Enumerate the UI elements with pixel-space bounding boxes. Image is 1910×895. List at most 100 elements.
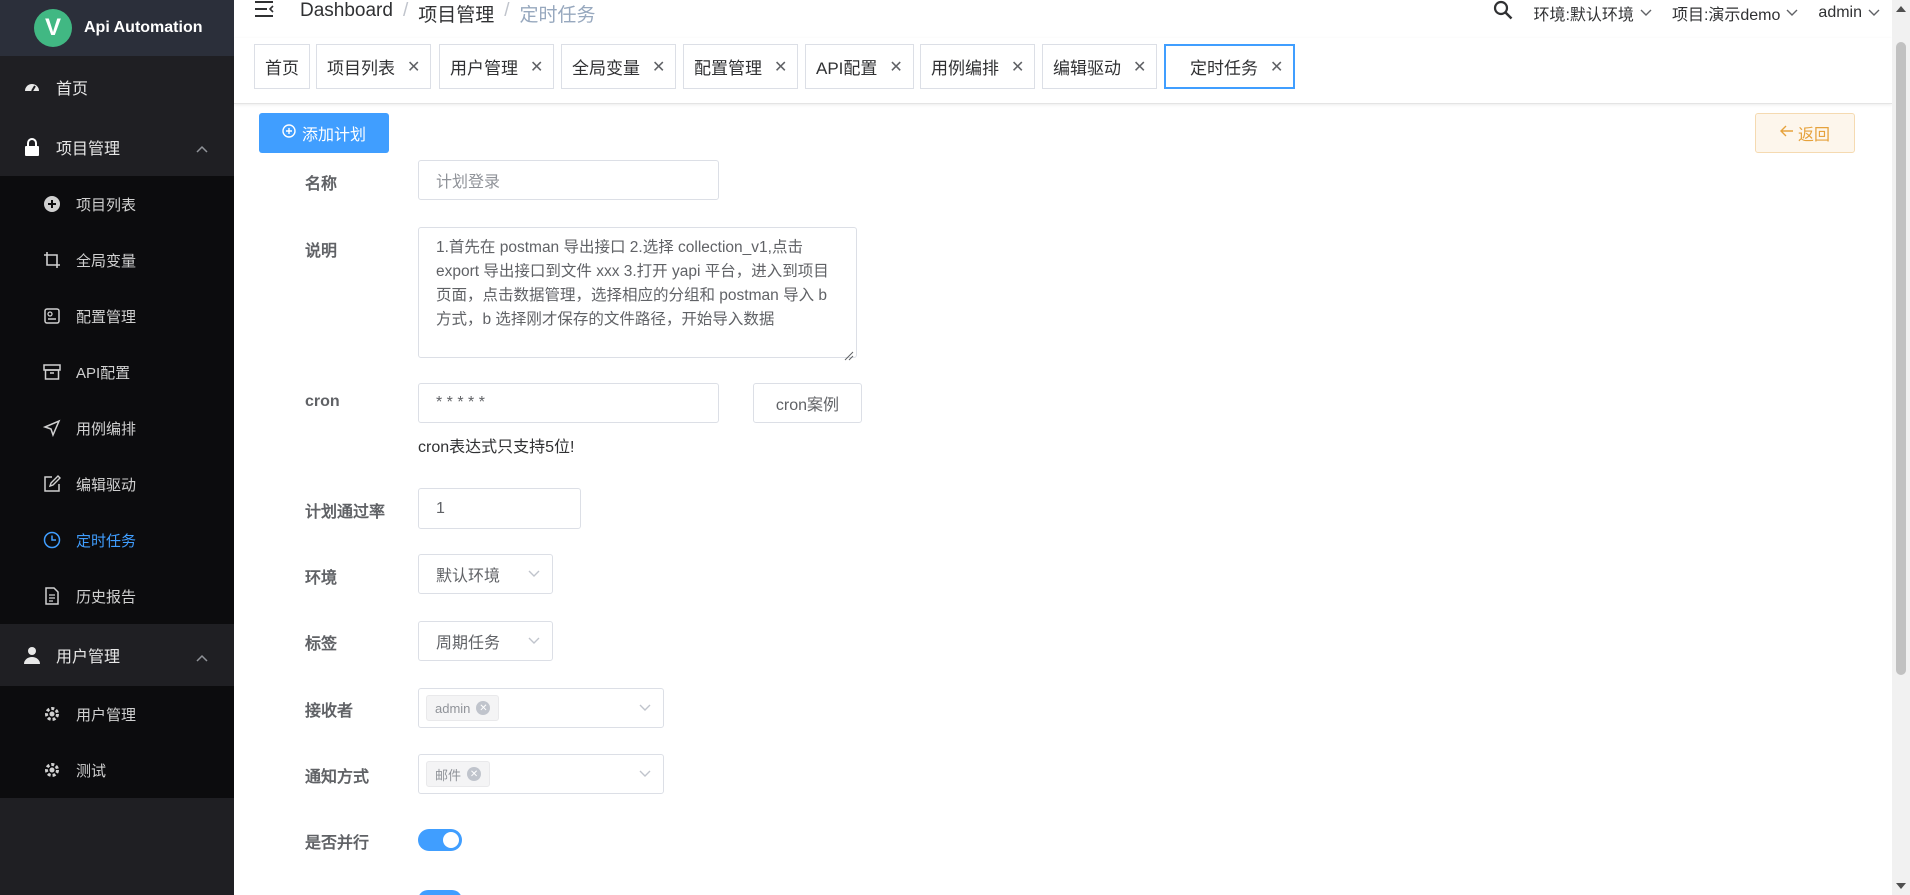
- search-icon[interactable]: [1493, 0, 1513, 25]
- env-dropdown[interactable]: 环境:默认环境: [1533, 1, 1652, 25]
- back-label: 返回: [1797, 127, 1830, 144]
- scroll-up-icon[interactable]: [1896, 6, 1906, 12]
- sidebar-group-user[interactable]: 用户管理: [0, 624, 234, 686]
- circle-plus-icon: [282, 123, 296, 143]
- parallel-label: 是否并行: [305, 835, 370, 852]
- scroll-down-icon[interactable]: [1896, 883, 1906, 889]
- sidebar-item-user-management[interactable]: 用户管理: [0, 686, 234, 742]
- sidebar-item-scheduled-tasks[interactable]: 定时任务: [0, 512, 234, 568]
- pass-rate-input[interactable]: 1: [418, 488, 581, 529]
- sidebar-item-label: 用户管理: [76, 706, 137, 724]
- tab-global-vars[interactable]: 全局变量 ✕: [561, 44, 677, 89]
- env-select[interactable]: 默认环境: [418, 554, 553, 594]
- next-switch-partial[interactable]: [418, 890, 462, 895]
- sidebar: V Api Automation 首页 项目管理 项目列表 全局变量 配置管理: [0, 0, 234, 895]
- env-select-value: 默认环境: [436, 568, 501, 585]
- document-icon: [42, 586, 62, 606]
- sidebar-item-global-vars[interactable]: 全局变量: [0, 232, 234, 288]
- tab-label: 用例编排: [931, 59, 999, 78]
- close-icon[interactable]: ✕: [1011, 57, 1024, 77]
- close-icon[interactable]: ✕: [1270, 57, 1283, 77]
- resize-handle-icon[interactable]: [844, 345, 854, 361]
- receiver-chip: admin ✕: [426, 695, 500, 721]
- receiver-label: 接收者: [305, 703, 354, 720]
- circle-plus-icon: [42, 194, 62, 214]
- close-icon[interactable]: ✕: [407, 57, 420, 77]
- close-icon[interactable]: ✕: [652, 57, 665, 77]
- tab-project-list[interactable]: 项目列表 ✕: [316, 44, 432, 89]
- notify-chip: 邮件 ✕: [426, 761, 491, 787]
- tab-api-config[interactable]: API配置 ✕: [805, 44, 914, 89]
- close-icon[interactable]: ✕: [889, 57, 902, 77]
- cron-hint: cron表达式只支持5位!: [418, 439, 575, 456]
- close-icon[interactable]: ✕: [1133, 57, 1146, 77]
- tab-user-management[interactable]: 用户管理 ✕: [439, 44, 555, 89]
- sidebar-item-test[interactable]: 测试: [0, 742, 234, 798]
- name-label: 名称: [305, 176, 338, 193]
- sidebar-item-label: 定时任务: [76, 532, 137, 550]
- sidebar-group-label: 用户管理: [56, 649, 121, 666]
- logo[interactable]: V Api Automation: [0, 0, 234, 56]
- breadcrumb-item[interactable]: Dashboard: [300, 0, 393, 27]
- tab-case-orchestration[interactable]: 用例编排 ✕: [920, 44, 1036, 89]
- tab-config[interactable]: 配置管理 ✕: [683, 44, 799, 89]
- chevron-down-icon: [1868, 4, 1880, 22]
- breadcrumb-current: 定时任务: [519, 5, 596, 26]
- back-button[interactable]: 返回: [1755, 113, 1855, 153]
- close-icon[interactable]: ✕: [476, 701, 491, 715]
- sidebar-item-api-config[interactable]: API配置: [0, 344, 234, 400]
- scrollbar-thumb[interactable]: [1896, 42, 1906, 675]
- cron-input[interactable]: * * * * *: [418, 383, 719, 423]
- close-icon[interactable]: ✕: [530, 57, 543, 77]
- description-label: 说明: [305, 243, 338, 260]
- user-icon: [22, 645, 42, 665]
- project-dropdown[interactable]: 项目:演示demo: [1672, 1, 1798, 25]
- chevron-down-icon: [1640, 4, 1652, 22]
- chevron-down-icon: [528, 565, 540, 583]
- crop-icon: [42, 250, 62, 270]
- parallel-switch[interactable]: [418, 829, 462, 851]
- cron-example-button[interactable]: cron案例: [753, 383, 862, 423]
- sidebar-item-project-list[interactable]: 项目列表: [0, 176, 234, 232]
- user-submenu: 用户管理 测试: [0, 686, 234, 798]
- page-scrollbar[interactable]: [1892, 0, 1910, 895]
- sidebar-item-label: 配置管理: [76, 308, 137, 326]
- sidebar-filler: [0, 808, 234, 895]
- receiver-select[interactable]: admin ✕: [418, 688, 664, 728]
- tab-edit-driver[interactable]: 编辑驱动 ✕: [1042, 44, 1158, 89]
- hamburger-icon[interactable]: [254, 0, 274, 23]
- vue-logo-icon: V: [34, 9, 72, 47]
- sidebar-item-home[interactable]: 首页: [0, 56, 234, 118]
- notify-select[interactable]: 邮件 ✕: [418, 754, 664, 794]
- chevron-up-icon: [196, 140, 208, 158]
- document-settings-icon: [42, 306, 62, 326]
- tag-select-value: 周期任务: [436, 635, 501, 652]
- tab-home[interactable]: 首页: [254, 44, 310, 89]
- clock-icon: [42, 530, 62, 550]
- add-plan-button[interactable]: 添加计划: [259, 113, 389, 153]
- send-icon: [42, 418, 62, 438]
- sidebar-item-case-orchestration[interactable]: 用例编排: [0, 400, 234, 456]
- description-textarea[interactable]: 1.首先在 postman 导出接口 2.选择 collection_v1,点击…: [418, 227, 857, 361]
- user-dropdown[interactable]: admin: [1818, 4, 1880, 22]
- project-submenu: 项目列表 全局变量 配置管理 API配置 用例编排 编辑驱动 定时任务 历史报告: [0, 176, 234, 624]
- name-placeholder: 计划登录: [436, 174, 501, 191]
- sidebar-item-edit-driver[interactable]: 编辑驱动: [0, 456, 234, 512]
- tab-scheduled-tasks[interactable]: 定时任务 ✕: [1164, 44, 1296, 89]
- sidebar-item-label: API配置: [76, 364, 131, 382]
- tab-label: API配置: [816, 59, 878, 78]
- tag-select[interactable]: 周期任务: [418, 621, 553, 661]
- sidebar-item-label: 首页: [56, 81, 89, 98]
- sidebar-group-project[interactable]: 项目管理: [0, 118, 234, 176]
- topbar: Dashboard / 项目管理 / 定时任务 环境:默认环境 项目:演示dem…: [234, 0, 1910, 38]
- name-input[interactable]: 计划登录: [418, 160, 719, 200]
- env-label: 环境:默认环境: [1533, 6, 1634, 24]
- sidebar-item-config[interactable]: 配置管理: [0, 288, 234, 344]
- close-icon[interactable]: ✕: [467, 767, 482, 781]
- project-label: 项目:演示demo: [1671, 6, 1781, 24]
- gear-icon: [42, 704, 62, 724]
- close-icon[interactable]: ✕: [774, 57, 787, 77]
- breadcrumb-item[interactable]: 项目管理: [418, 0, 494, 27]
- sidebar-item-history-report[interactable]: 历史报告: [0, 568, 234, 624]
- tab-label: 定时任务: [1190, 59, 1258, 78]
